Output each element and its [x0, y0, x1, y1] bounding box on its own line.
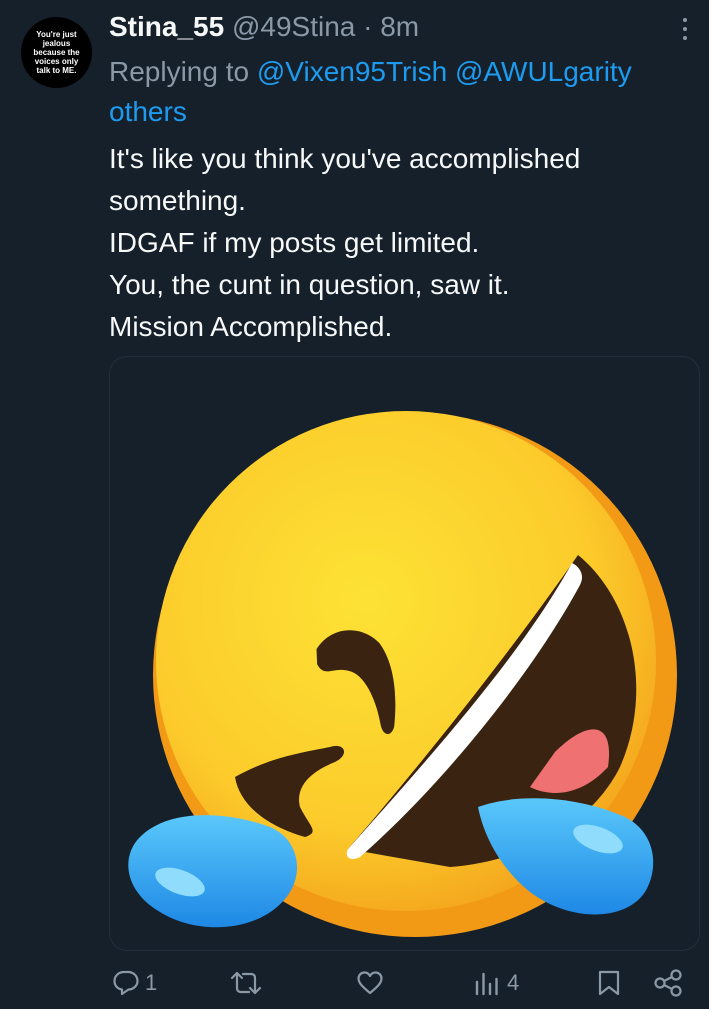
retweet-button[interactable] [229, 966, 267, 1000]
tweet-text-line: Mission Accomplished. [109, 311, 393, 342]
laughing-emoji-icon [128, 411, 677, 937]
like-button[interactable] [355, 966, 389, 1000]
user-handle[interactable]: @49Stina [232, 11, 355, 42]
avatar-caption: You're just jealous because the voices o… [33, 30, 80, 75]
mention-link[interactable]: @Vixen95Trish [257, 56, 447, 87]
tweet-text-line: You, the cunt in question, saw it. [109, 269, 510, 300]
share-icon [654, 969, 682, 997]
mention-link[interactable]: @AWULgarity [455, 56, 632, 87]
post-time[interactable]: 8m [380, 11, 419, 42]
media-image[interactable] [109, 356, 700, 951]
tweet-header: Stina_55 @49Stina · 8m [109, 9, 669, 45]
display-name[interactable]: Stina_55 [109, 11, 224, 42]
retweet-icon [230, 971, 262, 995]
separator-dot: · [363, 11, 373, 42]
views-chart-icon [475, 972, 498, 996]
more-options-icon[interactable] [672, 14, 698, 44]
reply-icon [113, 970, 139, 996]
replying-to-label: Replying to [109, 56, 250, 87]
replying-to-line: Replying to @Vixen95Trish @AWULgarity ot… [109, 52, 709, 132]
bookmark-icon [598, 970, 620, 996]
share-button[interactable] [652, 966, 684, 1000]
tweet-text-line: IDGAF if my posts get limited. [109, 227, 480, 258]
others-link[interactable]: others [109, 96, 187, 127]
tweet-text: It's like you think you've accomplished … [109, 138, 689, 348]
heart-icon [357, 971, 383, 995]
tweet-actions: 1 4 [0, 958, 709, 1009]
avatar[interactable]: You're just jealous because the voices o… [21, 17, 92, 88]
tweet-text-line: something. [109, 185, 246, 216]
views-count: 4 [507, 970, 520, 995]
reply-count: 1 [145, 970, 158, 995]
bookmark-button[interactable] [595, 966, 623, 1000]
reply-button[interactable]: 1 [111, 966, 157, 1000]
views-button[interactable]: 4 [473, 966, 519, 1000]
tweet-text-line: It's like you think you've accomplished [109, 143, 581, 174]
